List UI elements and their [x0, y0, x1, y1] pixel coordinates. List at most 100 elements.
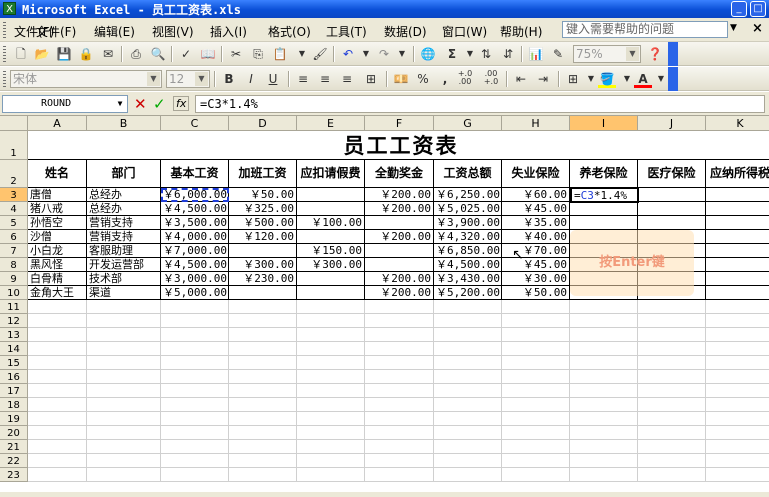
- data-cell[interactable]: ￥120.00: [229, 230, 297, 244]
- data-cell[interactable]: ￥50.00: [229, 188, 297, 202]
- enter-icon[interactable]: ✓: [153, 95, 166, 113]
- cell[interactable]: [87, 384, 161, 398]
- cell[interactable]: [570, 384, 638, 398]
- cell[interactable]: [706, 356, 769, 370]
- data-cell[interactable]: ￥5,025.00: [434, 202, 502, 216]
- cell[interactable]: [365, 300, 434, 314]
- cell[interactable]: [229, 398, 297, 412]
- data-cell[interactable]: [638, 216, 706, 230]
- data-cell[interactable]: ￥3,000.00: [161, 272, 229, 286]
- data-cell[interactable]: [365, 244, 434, 258]
- data-cell[interactable]: ￥4,500.00: [434, 258, 502, 272]
- merge-center-icon[interactable]: ⊞: [362, 70, 380, 88]
- data-cell[interactable]: 营销支持: [87, 216, 161, 230]
- cell[interactable]: [161, 370, 229, 384]
- cut-icon[interactable]: ✂: [227, 45, 245, 63]
- data-cell[interactable]: ￥45.00: [502, 202, 570, 216]
- save-icon[interactable]: 💾: [55, 45, 73, 63]
- redo-icon[interactable]: ↷: [375, 45, 393, 63]
- data-cell[interactable]: ￥230.00: [229, 272, 297, 286]
- row-header-14[interactable]: 14: [0, 342, 28, 356]
- cell[interactable]: [570, 412, 638, 426]
- cell[interactable]: [28, 412, 87, 426]
- row-header-4[interactable]: 4: [0, 202, 28, 216]
- cell[interactable]: [502, 440, 570, 454]
- cell[interactable]: [28, 468, 87, 482]
- cell[interactable]: [365, 314, 434, 328]
- data-cell[interactable]: 唐僧: [28, 188, 87, 202]
- data-cell[interactable]: ￥100.00: [297, 216, 365, 230]
- cell[interactable]: [297, 314, 365, 328]
- data-cell[interactable]: 客服助理: [87, 244, 161, 258]
- data-cell[interactable]: 孙悟空: [28, 216, 87, 230]
- cell[interactable]: [297, 370, 365, 384]
- menu-format[interactable]: 格式(O): [268, 23, 311, 40]
- font-name-dropdown-icon[interactable]: ▼: [147, 72, 160, 86]
- copy-icon[interactable]: ⎘: [249, 45, 267, 63]
- menu-file-label[interactable]: 文件(F): [36, 23, 76, 40]
- data-cell[interactable]: 开发运营部: [87, 258, 161, 272]
- column-header-g[interactable]: G: [434, 116, 502, 131]
- cell[interactable]: [502, 342, 570, 356]
- data-cell[interactable]: ￥500.00: [229, 216, 297, 230]
- font-size-dropdown-icon[interactable]: ▼: [195, 72, 208, 86]
- data-cell[interactable]: 小白龙: [28, 244, 87, 258]
- data-cell[interactable]: [297, 188, 365, 202]
- cell[interactable]: [570, 356, 638, 370]
- row-header-23[interactable]: 23: [0, 468, 28, 482]
- data-cell[interactable]: [706, 216, 769, 230]
- cell[interactable]: [229, 468, 297, 482]
- data-cell[interactable]: ￥6,850.00: [434, 244, 502, 258]
- data-cell[interactable]: [638, 202, 706, 216]
- cell[interactable]: [229, 370, 297, 384]
- cell[interactable]: [28, 440, 87, 454]
- chart-wizard-icon[interactable]: 📊: [527, 45, 545, 63]
- active-cell-editor[interactable]: =C3*1.4%: [570, 187, 639, 203]
- column-header-d[interactable]: D: [229, 116, 297, 131]
- cell[interactable]: [502, 426, 570, 440]
- cell[interactable]: [434, 440, 502, 454]
- data-cell[interactable]: ￥200.00: [365, 202, 434, 216]
- row-header-2[interactable]: 2: [0, 160, 28, 188]
- data-cell[interactable]: [570, 202, 638, 216]
- cell[interactable]: [706, 440, 769, 454]
- data-cell[interactable]: 沙僧: [28, 230, 87, 244]
- cell[interactable]: [638, 426, 706, 440]
- menu-edit[interactable]: 编辑(E): [94, 23, 135, 40]
- cell[interactable]: [297, 328, 365, 342]
- menu-tools[interactable]: 工具(T): [326, 23, 367, 40]
- fill-color-icon[interactable]: 🪣: [598, 70, 616, 88]
- workbook-close-button[interactable]: ×: [752, 21, 763, 36]
- cell[interactable]: [502, 468, 570, 482]
- cell[interactable]: [502, 356, 570, 370]
- cell[interactable]: [229, 356, 297, 370]
- align-right-icon[interactable]: ≡: [338, 70, 356, 88]
- cell[interactable]: [706, 468, 769, 482]
- data-cell[interactable]: [706, 230, 769, 244]
- data-cell[interactable]: [229, 286, 297, 300]
- paste-icon[interactable]: 📋: [271, 45, 289, 63]
- autosum-icon[interactable]: Σ: [443, 45, 461, 63]
- cell[interactable]: [570, 426, 638, 440]
- hyperlink-icon[interactable]: 🌐: [419, 45, 437, 63]
- cell[interactable]: [28, 370, 87, 384]
- cell[interactable]: [161, 328, 229, 342]
- cell[interactable]: [87, 412, 161, 426]
- column-header-j[interactable]: J: [638, 116, 706, 131]
- italic-button[interactable]: I: [242, 70, 260, 88]
- font-name-select[interactable]: 宋体 ▼: [10, 70, 162, 88]
- cell[interactable]: [229, 384, 297, 398]
- cell[interactable]: [570, 398, 638, 412]
- cell[interactable]: [570, 328, 638, 342]
- cell[interactable]: [297, 454, 365, 468]
- increase-decimal-button[interactable]: +.0 .00: [456, 70, 474, 88]
- cell[interactable]: [87, 398, 161, 412]
- select-all-corner[interactable]: [0, 116, 28, 131]
- paste-dropdown-icon[interactable]: ▼: [293, 45, 311, 63]
- borders-icon[interactable]: ⊞: [564, 70, 582, 88]
- cell[interactable]: [161, 440, 229, 454]
- currency-icon[interactable]: 💴: [392, 70, 410, 88]
- data-cell[interactable]: ￥6,250.00: [434, 188, 502, 202]
- cell[interactable]: [638, 370, 706, 384]
- data-cell[interactable]: [706, 286, 769, 300]
